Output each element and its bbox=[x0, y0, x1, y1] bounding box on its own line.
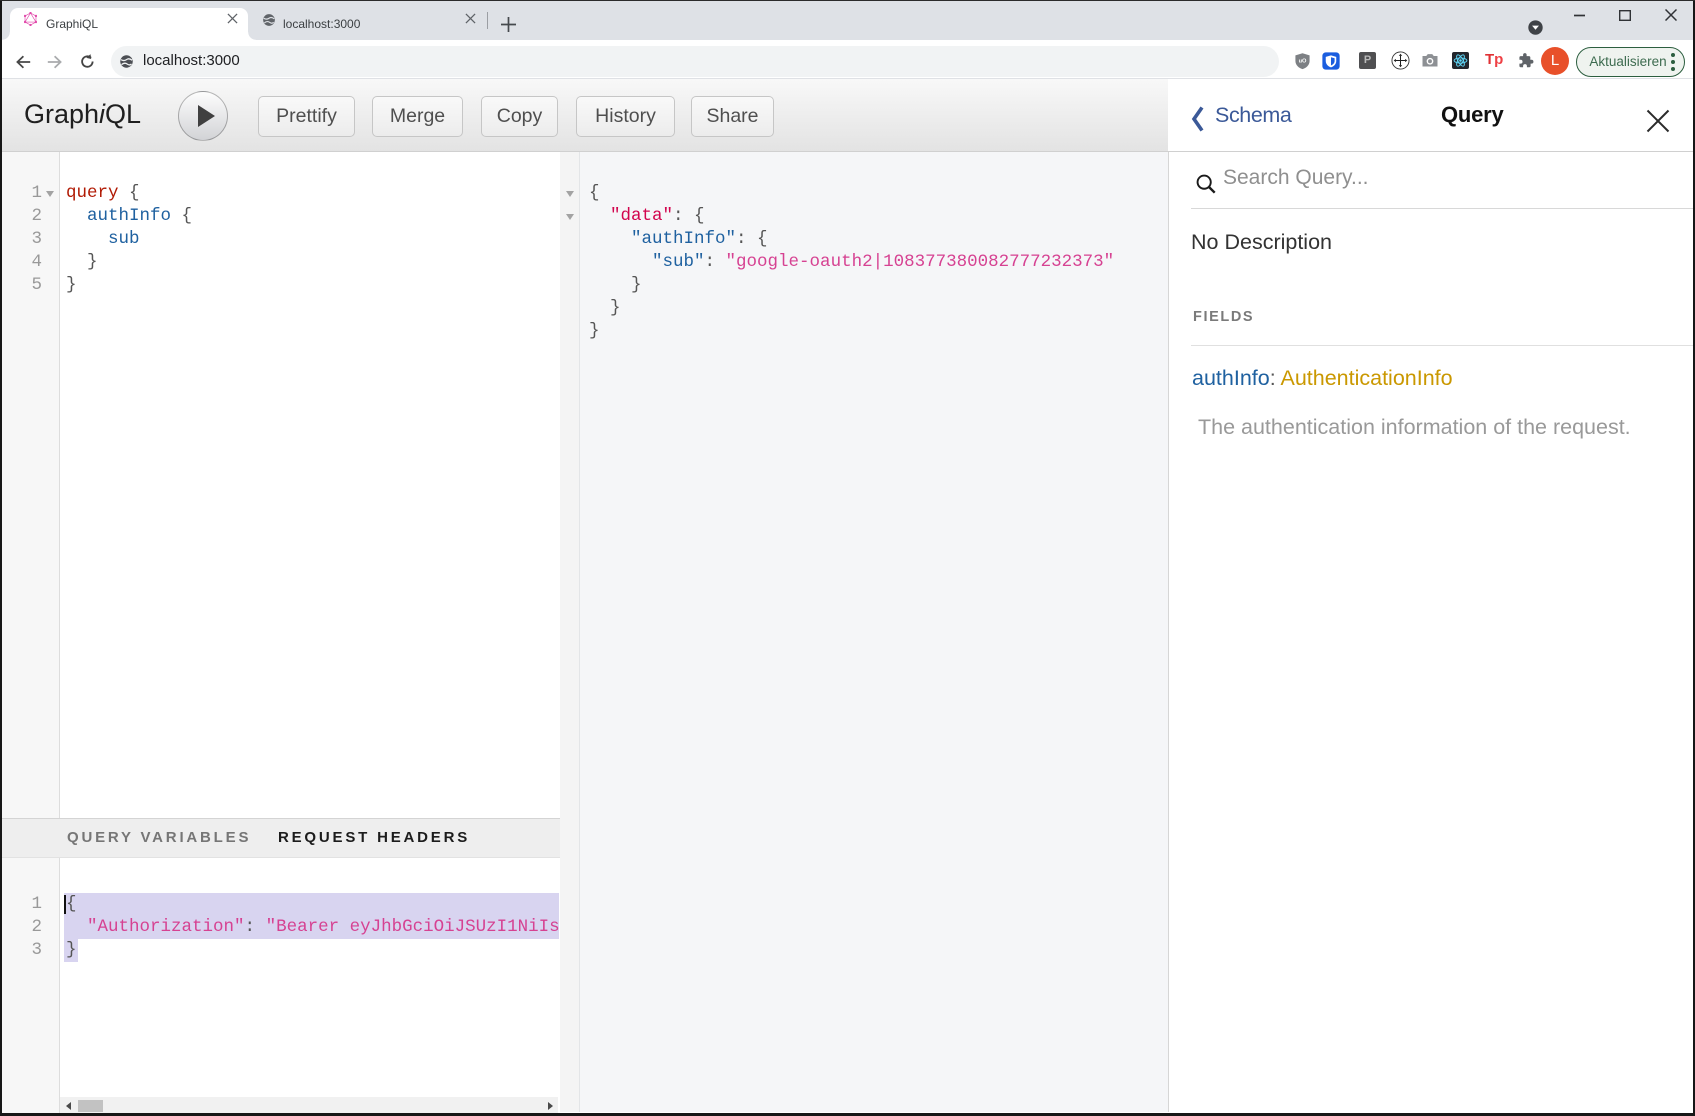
svg-text:uO: uO bbox=[1299, 58, 1307, 64]
